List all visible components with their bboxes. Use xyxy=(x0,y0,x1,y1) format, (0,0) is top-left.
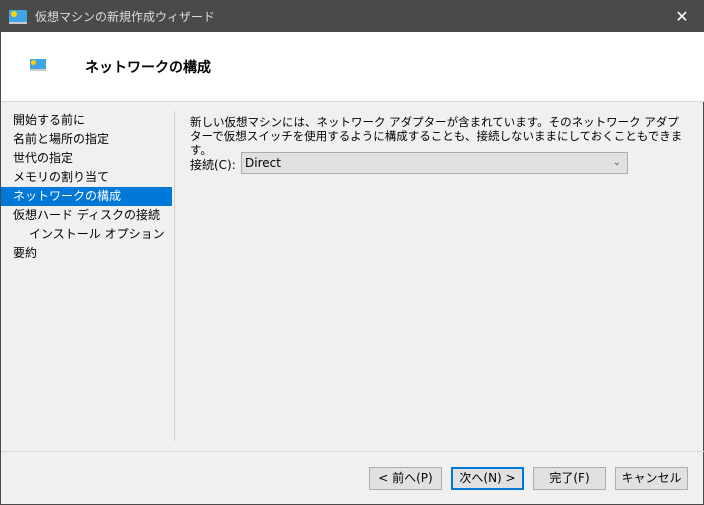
step-virtual-disk[interactable]: 仮想ハード ディスクの接続 xyxy=(1,206,172,225)
description: 新しい仮想マシンには、ネットワーク アダプターが含まれています。そのネットワーク… xyxy=(190,115,683,157)
finish-button[interactable]: 完了(F) xyxy=(533,467,606,490)
step-generation[interactable]: 世代の指定 xyxy=(1,149,172,168)
title-bar: 仮想マシンの新規作成ウィザード ✕ xyxy=(1,1,704,32)
prev-button[interactable]: < 前へ(P) xyxy=(369,467,442,490)
chevron-down-icon: ⌄ xyxy=(612,157,621,168)
step-network[interactable]: ネットワークの構成 xyxy=(1,187,172,206)
wizard-header: ネットワークの構成 xyxy=(1,32,704,102)
window-title: 仮想マシンの新規作成ウィザード xyxy=(35,10,216,24)
divider xyxy=(174,111,175,441)
connection-select[interactable]: Direct ⌄ xyxy=(241,152,628,174)
cancel-button[interactable]: キャンセル xyxy=(615,467,688,490)
wizard-steps: 開始する前に 名前と場所の指定 世代の指定 メモリの割り当て ネットワークの構成… xyxy=(1,111,172,263)
step-install-options[interactable]: インストール オプション xyxy=(1,225,172,244)
step-summary[interactable]: 要約 xyxy=(1,244,172,263)
close-button[interactable]: ✕ xyxy=(659,1,704,32)
vm-icon xyxy=(30,59,46,71)
page-title: ネットワークの構成 xyxy=(85,60,211,76)
hyperv-vm-icon xyxy=(9,9,27,24)
connection-label: 接続(C): xyxy=(190,158,236,172)
connection-value: Direct xyxy=(245,156,281,170)
divider xyxy=(1,451,704,452)
step-memory[interactable]: メモリの割り当て xyxy=(1,168,172,187)
step-name-location[interactable]: 名前と場所の指定 xyxy=(1,130,172,149)
next-button[interactable]: 次へ(N) > xyxy=(451,467,524,490)
step-before-you-begin[interactable]: 開始する前に xyxy=(1,111,172,130)
